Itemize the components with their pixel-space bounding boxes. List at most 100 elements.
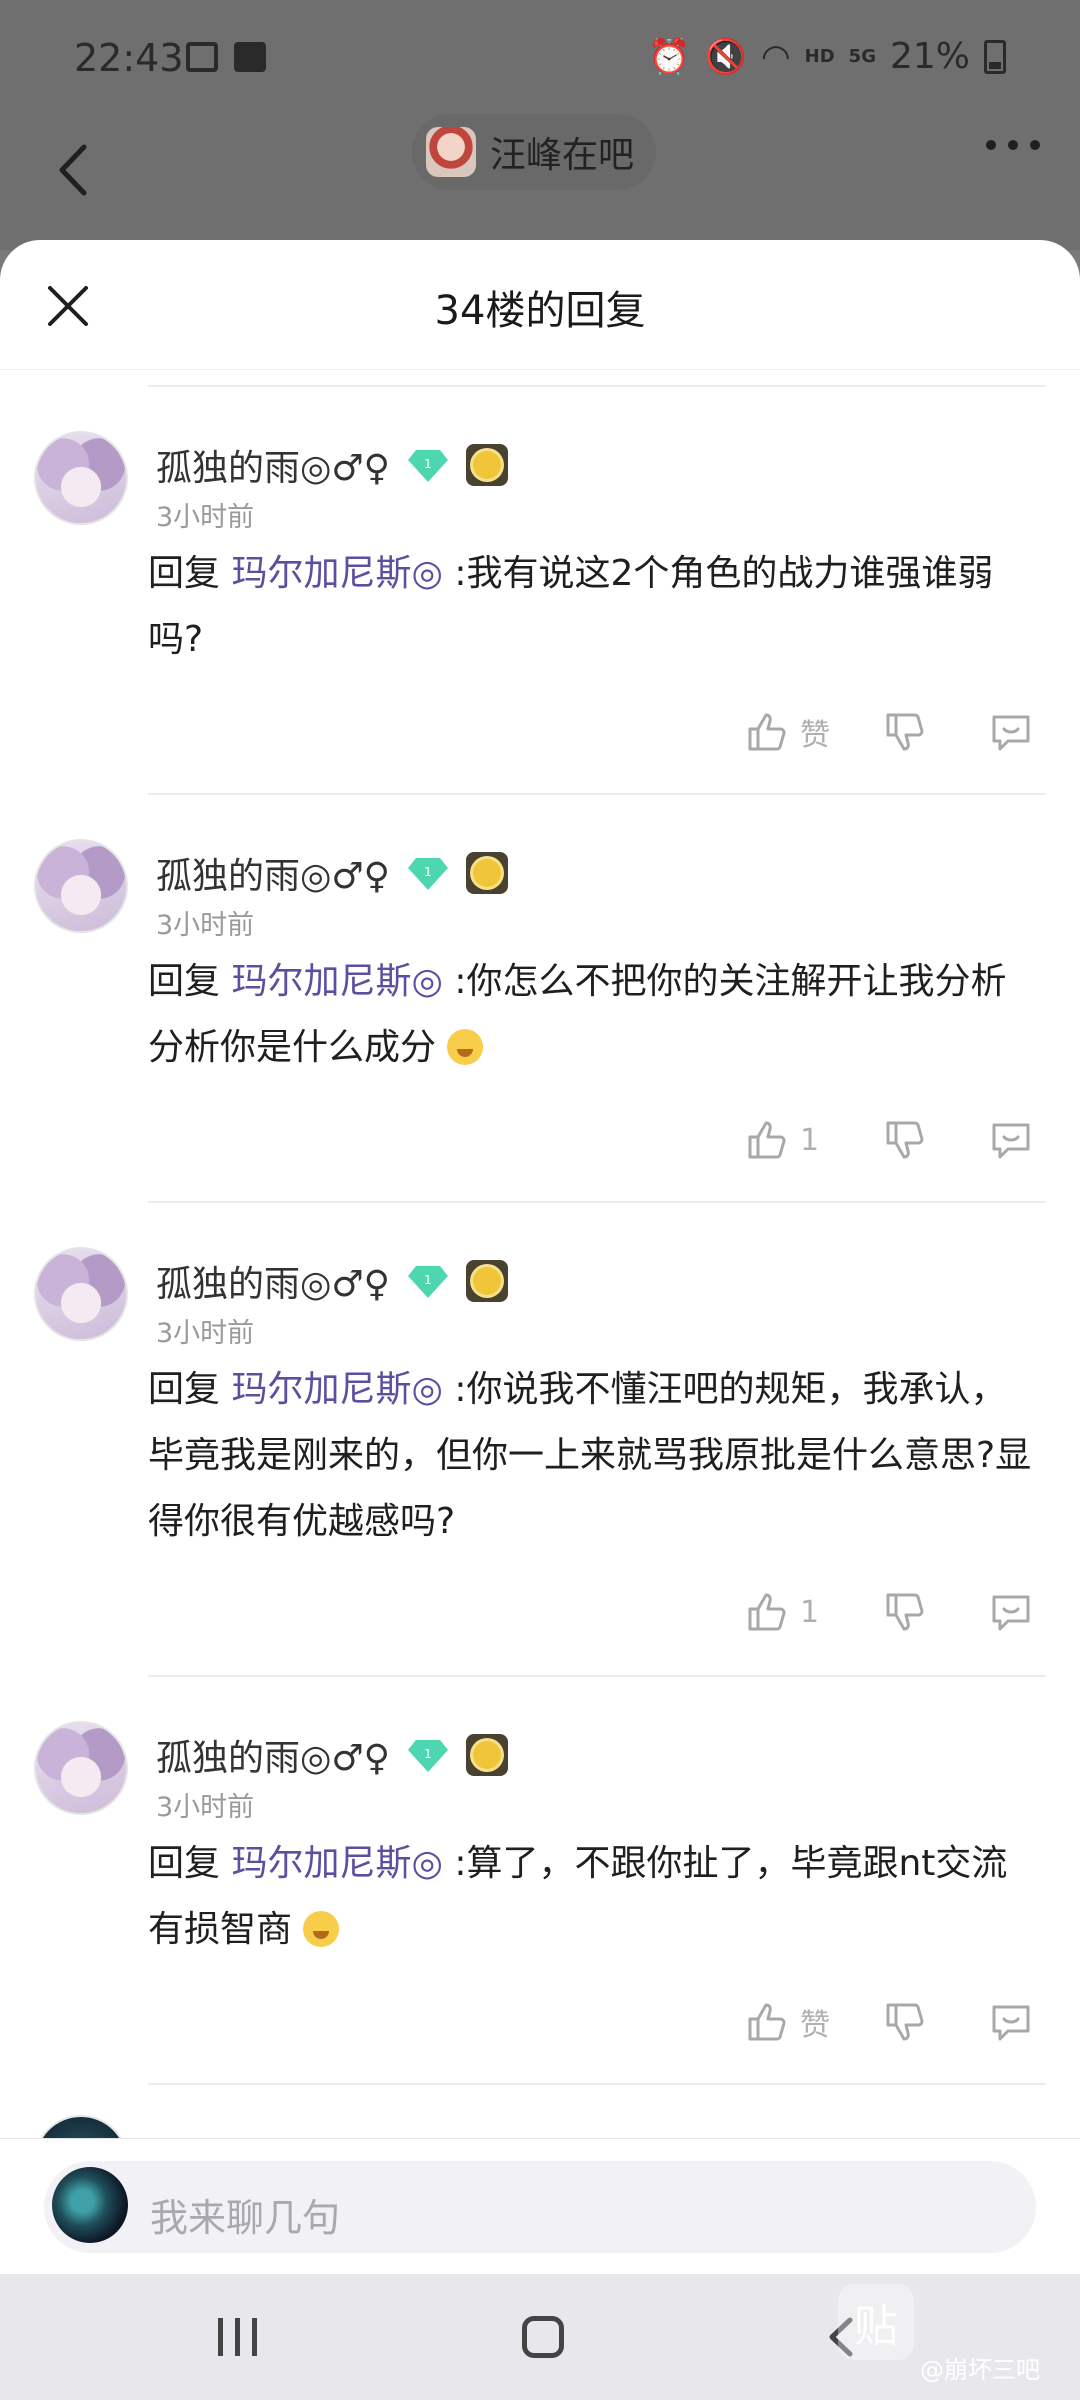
mention-link[interactable]: 玛尔加尼斯◎ (231, 1369, 442, 1410)
like-button[interactable]: 1 (744, 1589, 834, 1635)
back-arrow-icon[interactable] (44, 135, 104, 205)
svg-text:1: 1 (424, 457, 432, 471)
thumbs-up-icon (748, 2003, 786, 2041)
status-bar: 22:43 ⏰ 🔇 ◠ HD 5G 21% (0, 0, 1080, 120)
comment-icon (992, 715, 1030, 751)
reply-content: 回复 玛尔加尼斯◎ :你怎么不把你的关注解开让我分析分析你是什么成分 (148, 961, 1007, 1068)
forum-avatar (426, 127, 476, 177)
dislike-button[interactable] (882, 1117, 928, 1163)
thumbs-down-icon (886, 1121, 924, 1159)
level-gem-icon: 1 (408, 856, 449, 890)
svg-text:1: 1 (424, 1273, 432, 1287)
sheet-header: 34楼的回复 (0, 240, 1080, 370)
avatar[interactable] (34, 1721, 128, 1815)
svg-text:1: 1 (424, 1747, 432, 1761)
reply-content: 回复 玛尔加尼斯◎ :算了，不跟你扯了，毕竟跟nt交流有损智商 (148, 1843, 1008, 1950)
dislike-button[interactable] (882, 1589, 928, 1635)
thumbs-down-icon (886, 2003, 924, 2041)
like-count: 1 (800, 1122, 820, 1158)
reply-actions: 赞 (744, 1999, 1034, 2045)
status-time: 22:43 (74, 36, 184, 80)
network-type-label: 5G (848, 45, 876, 67)
username[interactable]: 孤独的雨◎♂♀ (156, 1729, 390, 1781)
watermark-logo: 贴 (838, 2284, 914, 2360)
comment-button[interactable] (988, 1117, 1034, 1163)
reply-content: 回复 玛尔加尼斯◎ :我有说这2个角色的战力谁强谁弱吗? (148, 553, 994, 660)
recents-icon[interactable] (218, 2318, 257, 2356)
medal-badge-icon (466, 1260, 509, 1302)
username[interactable]: 孤独的雨◎♂♀ (156, 847, 390, 899)
more-options-icon[interactable] (986, 140, 1040, 150)
alarm-icon: ⏰ (648, 36, 691, 77)
reply-item: 孤独的雨◎♂♀ 1 3小时前 回复 玛尔加尼斯◎ :算了，不跟你扯了，毕竟跟nt… (0, 1677, 1080, 2085)
forum-chip[interactable]: 汪峰在吧 (412, 114, 657, 190)
username[interactable]: 孤独的雨◎♂♀ (156, 1255, 390, 1307)
comment-input-bar: 我来聊几句 (0, 2138, 1080, 2274)
comment-icon (992, 2005, 1030, 2041)
battery-icon (984, 39, 1006, 74)
network-label: HD (804, 45, 835, 67)
emoji-icon (447, 1029, 484, 1065)
emoji-icon (303, 1911, 340, 1947)
like-button[interactable]: 赞 (744, 709, 834, 755)
comment-button[interactable] (988, 1999, 1034, 2045)
like-button[interactable]: 1 (744, 1117, 834, 1163)
like-count: 赞 (800, 2008, 830, 2043)
comment-input-placeholder: 我来聊几句 (150, 2196, 341, 2240)
dislike-button[interactable] (882, 1999, 928, 2045)
thumbs-up-icon (748, 1121, 786, 1159)
like-count: 1 (800, 1594, 820, 1630)
reply-actions: 1 (744, 1117, 1034, 1163)
wifi-icon: ◠ (760, 36, 791, 77)
medal-badge-icon (466, 1734, 509, 1776)
home-icon[interactable] (522, 2316, 564, 2358)
battery-percent: 21% (889, 36, 970, 77)
comment-button[interactable] (988, 1589, 1034, 1635)
avatar[interactable] (34, 1247, 128, 1341)
status-icons: ⏰ 🔇 ◠ HD 5G 21% (648, 36, 1006, 77)
svg-text:1: 1 (424, 865, 432, 879)
sheet-title: 34楼的回复 (434, 288, 646, 334)
reply-item: 孤独的雨◎♂♀ 1 3小时前 回复 玛尔加尼斯◎ :我有说这2个角色的战力谁强谁… (0, 387, 1080, 795)
forum-name: 汪峰在吧 (490, 135, 635, 176)
reply-sheet: 34楼的回复 孤独的雨◎♂♀ 1 3小时前 回复 玛尔加尼斯◎ :我有说这2个角… (0, 240, 1080, 2274)
reply-actions: 1 (744, 1589, 1034, 1635)
reply-time: 3小时前 (156, 1318, 255, 1349)
thumbs-down-icon (886, 1593, 924, 1631)
like-button[interactable]: 赞 (744, 1999, 834, 2045)
medal-badge-icon (466, 444, 509, 486)
reply-time: 3小时前 (156, 910, 255, 941)
reply-content: 回复 玛尔加尼斯◎ :你说我不懂汪吧的规矩，我承认，毕竟我是刚来的，但你一上来就… (148, 1369, 1032, 1542)
mention-link[interactable]: 玛尔加尼斯◎ (231, 961, 442, 1002)
level-gem-icon: 1 (408, 448, 449, 482)
watermark-text: @崩坏三吧 (920, 2356, 1040, 2384)
dislike-button[interactable] (882, 709, 928, 755)
username[interactable]: 孤独的雨◎♂♀ (156, 439, 390, 491)
thumbs-down-icon (886, 713, 924, 751)
reply-actions: 赞 (744, 709, 1034, 755)
reply-item: 孤独的雨◎♂♀ 1 3小时前 回复 玛尔加尼斯◎ :你说我不懂汪吧的规矩，我承认… (0, 1203, 1080, 1677)
thumbs-up-icon (748, 1593, 786, 1631)
my-avatar (52, 2167, 128, 2243)
reply-time: 3小时前 (156, 1792, 255, 1823)
comment-button[interactable] (988, 709, 1034, 755)
reply-item-partial (0, 2085, 1080, 2145)
medal-badge-icon (466, 852, 509, 894)
comment-icon (992, 1123, 1030, 1159)
comment-icon (992, 1595, 1030, 1631)
screen-record-icon (234, 42, 266, 72)
thumbs-up-icon (748, 713, 786, 751)
reply-item: 孤独的雨◎♂♀ 1 3小时前 回复 玛尔加尼斯◎ :你怎么不把你的关注解开让我分… (0, 795, 1080, 1203)
avatar[interactable] (34, 431, 128, 525)
gallery-icon (186, 42, 218, 72)
avatar[interactable] (34, 839, 128, 933)
reply-time: 3小时前 (156, 502, 255, 533)
level-gem-icon: 1 (408, 1264, 449, 1298)
mention-link[interactable]: 玛尔加尼斯◎ (231, 1843, 442, 1884)
mute-icon: 🔇 (704, 36, 747, 77)
like-count: 赞 (800, 718, 830, 753)
system-nav-bar: 贴 @崩坏三吧 (0, 2274, 1080, 2400)
level-gem-icon: 1 (408, 1738, 449, 1772)
mention-link[interactable]: 玛尔加尼斯◎ (231, 553, 442, 594)
reply-list: 孤独的雨◎♂♀ 1 3小时前 回复 玛尔加尼斯◎ :我有说这2个角色的战力谁强谁… (0, 385, 1080, 2145)
